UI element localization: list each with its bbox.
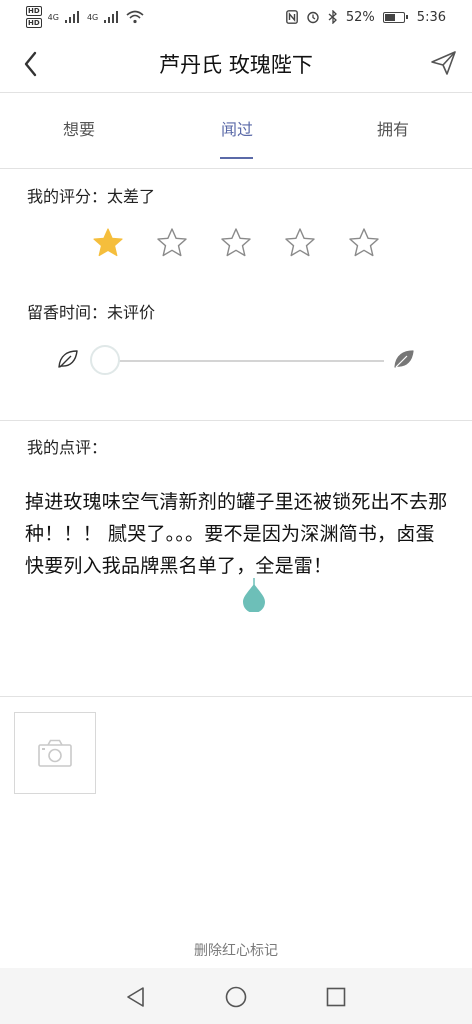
bluetooth-icon (328, 10, 337, 24)
hd-badges: HD HD (26, 6, 42, 28)
rating-row: 我的评分：太差了 (27, 183, 155, 207)
longevity-label: 留香时间： (27, 303, 108, 322)
leaf-filled-icon (392, 347, 416, 371)
longevity-slider-thumb[interactable] (90, 345, 120, 375)
triangle-back-icon (127, 987, 144, 1007)
camera-icon (38, 739, 72, 767)
signal-icon-2 (104, 11, 119, 23)
tab-want[interactable]: 想要 (24, 116, 134, 140)
share-button[interactable] (428, 47, 460, 79)
review-label: 我的点评： (27, 438, 108, 457)
status-left: HD HD 4G 4G (26, 4, 144, 30)
tab-own[interactable]: 拥有 (338, 116, 448, 140)
rating-label: 我的评分： (27, 187, 108, 206)
tab-smelled[interactable]: 闻过 (182, 116, 292, 140)
tabs-divider (0, 168, 472, 169)
star-outline-icon (285, 228, 315, 257)
active-tab-indicator (220, 157, 253, 159)
status-time: 5:36 (416, 9, 446, 25)
add-photo-button[interactable] (14, 712, 96, 794)
longevity-slider-track[interactable] (106, 360, 384, 362)
status-bar: HD HD 4G 4G 52% 5:36 (0, 0, 472, 34)
nav-recents-button[interactable] (322, 983, 350, 1011)
longevity-row: 留香时间：未评价 (27, 299, 155, 323)
network-type-1: 4G (47, 12, 59, 22)
star-4[interactable] (283, 226, 317, 260)
battery-fill (384, 13, 396, 21)
hd-badge-2: HD (26, 18, 42, 28)
wifi-icon (126, 10, 144, 24)
leaf-outline-icon (56, 347, 80, 371)
rating-value: 太差了 (107, 187, 156, 206)
text-cursor-handle[interactable] (241, 578, 267, 613)
battery-icon (382, 11, 408, 23)
network-type-2: 4G (86, 12, 99, 22)
nav-home-button[interactable] (222, 983, 250, 1011)
star-5[interactable] (347, 226, 381, 260)
system-nav-bar (0, 968, 472, 1024)
star-outline-icon (221, 228, 251, 257)
star-outline-icon (157, 228, 187, 257)
header-divider (0, 92, 472, 93)
star-filled-icon (93, 228, 123, 257)
nfc-icon (285, 10, 298, 24)
circle-home-icon (225, 986, 247, 1008)
hd-badge: HD (26, 6, 42, 16)
star-2[interactable] (155, 226, 189, 260)
star-1[interactable] (91, 226, 125, 260)
page-title: 芦丹氏 玫瑰陛下 (159, 53, 313, 77)
signal-icon (64, 11, 79, 23)
review-textarea[interactable]: 掉进玫瑰味空气清新剂的罐子里还被锁死出不去那种！！！ 腻哭了。。。要不是因为深渊… (25, 486, 450, 582)
battery-percent: 52% (345, 9, 375, 25)
longevity-divider (0, 420, 472, 421)
send-icon (431, 51, 456, 75)
nav-back-button[interactable] (122, 983, 150, 1011)
star-outline-icon (349, 228, 379, 257)
square-recents-icon (326, 987, 346, 1007)
longevity-value: 未评价 (107, 303, 156, 322)
review-divider (0, 696, 472, 697)
star-3[interactable] (219, 226, 253, 260)
alarm-icon (307, 11, 319, 24)
delete-favorite-link[interactable]: 删除红心标记 (0, 940, 472, 960)
status-right: 52% 5:36 (285, 0, 446, 34)
